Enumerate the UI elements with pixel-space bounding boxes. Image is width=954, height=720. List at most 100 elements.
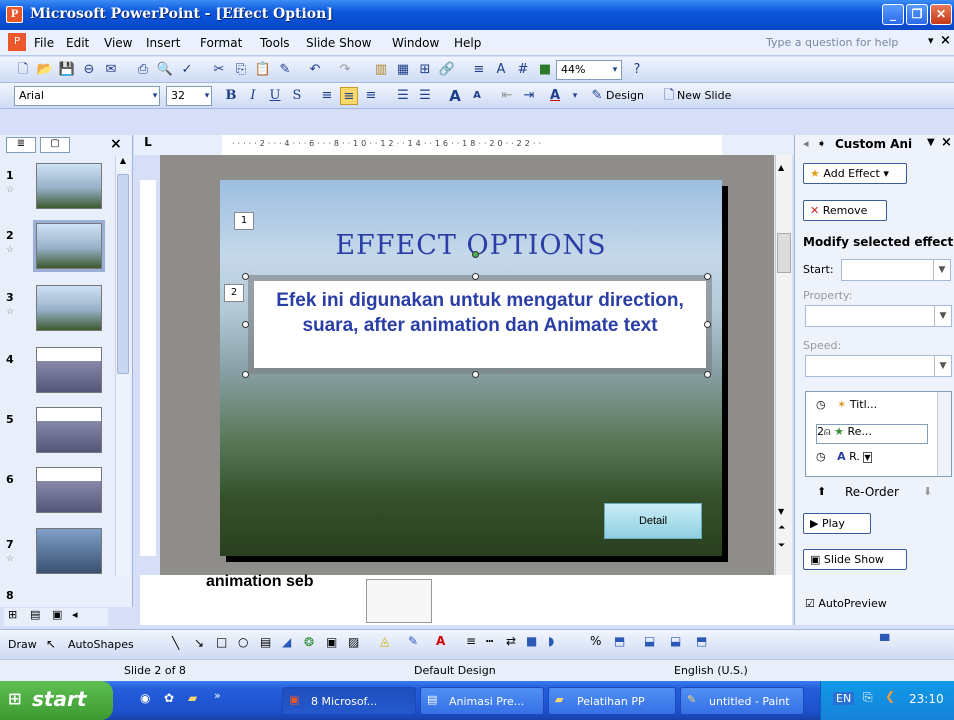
animation-effects-icon[interactable]: % — [590, 634, 601, 648]
tables-borders-icon[interactable]: ⊞ — [416, 61, 434, 79]
task-powerpoint[interactable]: ▣ 8 Microsof... — [282, 687, 416, 715]
menu-help[interactable]: Help — [454, 36, 481, 50]
highlight-icon[interactable]: ▀ — [880, 634, 889, 648]
align-left-icon[interactable]: ≡ — [318, 87, 336, 105]
resize-handle[interactable] — [472, 273, 479, 280]
slide-title[interactable]: EFFECT OPTIONS — [220, 230, 722, 261]
menu-view[interactable]: View — [104, 36, 132, 50]
new-slide-button[interactable]: New Slide — [677, 89, 731, 102]
document-icon[interactable]: P — [8, 33, 26, 51]
design-button[interactable]: Design — [606, 89, 644, 102]
insert-chart-icon[interactable]: ▥ — [372, 61, 390, 79]
email-icon[interactable]: ✉ — [102, 61, 120, 79]
slide-thumb-5[interactable]: 5 — [4, 407, 129, 463]
bold-icon[interactable]: B — [222, 87, 240, 105]
clipart-icon[interactable]: ▣ — [326, 635, 337, 649]
next-slide-icon[interactable]: ⏷ — [778, 541, 785, 551]
resize-handle[interactable] — [704, 273, 711, 280]
help-dropdown-icon[interactable]: ▾ — [928, 34, 934, 47]
expand-all-icon[interactable]: ≡ — [470, 61, 488, 79]
wordart-icon[interactable]: ◢ — [282, 635, 291, 649]
decrease-indent-icon[interactable]: ⇤ — [498, 87, 516, 105]
slide-thumb-2[interactable]: 2 ☆ — [4, 220, 129, 279]
scroll-down-icon[interactable]: ▼ — [778, 507, 784, 516]
underline-icon[interactable]: U — [266, 87, 284, 105]
slides-pane-close[interactable]: × — [110, 136, 122, 152]
font-dropdown-icon[interactable]: ▾ — [146, 87, 164, 105]
slides-tab[interactable]: ▢ — [40, 137, 70, 153]
reorder-up-icon[interactable]: ⬆ — [817, 485, 826, 498]
menu-format[interactable]: Format — [200, 36, 242, 50]
paste-icon[interactable]: 📋 — [254, 61, 272, 79]
font-size-dropdown-icon[interactable]: ▾ — [198, 87, 216, 105]
arrow-icon[interactable]: ↘ — [194, 636, 204, 650]
slide-thumbnail[interactable] — [36, 407, 102, 453]
slide-thumbnail-selected[interactable] — [33, 220, 105, 272]
body-text[interactable]: Efek ini digunakan untuk mengatur direct… — [258, 285, 702, 338]
doc-close-button[interactable]: × — [940, 33, 951, 48]
slide-thumbnail[interactable] — [36, 163, 102, 209]
align-right-icon[interactable]: ≡ — [362, 87, 380, 105]
rotation-handle[interactable] — [472, 251, 479, 258]
slide-thumb-3[interactable]: 3 ☆ — [4, 285, 129, 341]
remove-button[interactable]: ✕ Remove — [803, 200, 887, 221]
grid-icon[interactable]: # — [514, 61, 532, 79]
add-effect-button[interactable]: ★ Add Effect ▾ — [803, 163, 907, 184]
menu-slide-show[interactable]: Slide Show — [306, 36, 371, 50]
effect-list[interactable]: ◷ ✶ Titl... 2⍝ ★ Re... ◷ A R. ▼ — [805, 391, 952, 477]
slide[interactable]: 1 EFFECT OPTIONS 2 Efek ini digunakan un… — [220, 180, 722, 556]
slide-thumbnail[interactable] — [36, 285, 102, 331]
notes-pane[interactable]: animation seb — [140, 573, 792, 625]
delete-slide-icon[interactable]: ⬒ — [696, 634, 707, 648]
effect-item-1[interactable]: ◷ ✶ Titl... — [816, 398, 928, 418]
arrow-style-icon[interactable]: ⇄ — [506, 634, 516, 648]
normal-view-icon[interactable]: ⊞ — [8, 608, 17, 621]
language-indicator[interactable]: EN — [833, 692, 855, 705]
slide-show-button[interactable]: ▣ Slide Show — [803, 549, 907, 570]
fill-color-icon[interactable]: ◬ — [380, 634, 389, 648]
reorder-down-icon[interactable]: ⬇ — [923, 485, 932, 498]
font-name-select[interactable]: Arial — [14, 86, 160, 106]
font-color-icon[interactable]: A — [436, 634, 445, 648]
3d-style-icon[interactable]: ◗ — [548, 634, 554, 648]
insert-table-icon[interactable]: ▦ — [394, 61, 412, 79]
forward-icon[interactable]: ➧ — [817, 137, 826, 150]
format-painter-icon[interactable]: ✎ — [276, 61, 294, 79]
undo-icon[interactable]: ↶ — [306, 61, 324, 79]
network-icon[interactable]: ⎘ — [863, 690, 873, 705]
menu-window[interactable]: Window — [392, 36, 439, 50]
slides-pane-scrollbar[interactable]: ▲ — [115, 156, 130, 576]
chevron-down-icon[interactable]: ▼ — [934, 306, 951, 326]
tray-arrow-icon[interactable]: ❮ — [885, 689, 895, 703]
menu-tools[interactable]: Tools — [260, 36, 290, 50]
slide-transition-icon[interactable]: ⬒ — [614, 634, 625, 648]
line-icon[interactable]: ╲ — [172, 636, 179, 650]
save-icon[interactable]: 💾 — [58, 61, 76, 79]
show-formatting-icon[interactable]: A — [492, 61, 510, 79]
slide-thumb-7[interactable]: 7 ☆ — [4, 528, 129, 584]
shadow-icon[interactable]: S — [288, 87, 306, 105]
resize-handle[interactable] — [704, 371, 711, 378]
resize-handle[interactable] — [704, 321, 711, 328]
resize-handle[interactable] — [472, 371, 479, 378]
select-objects-icon[interactable]: ↖ — [46, 637, 56, 651]
play-button[interactable]: ▶ Play — [803, 513, 871, 534]
increase-font-icon[interactable]: A — [446, 87, 464, 105]
quicklaunch-folder-icon[interactable]: ▰ — [188, 691, 197, 705]
quicklaunch-more-icon[interactable]: » — [214, 689, 221, 702]
textbox-icon[interactable]: ▤ — [260, 635, 271, 649]
slide-scrollbar[interactable]: ▲ ▼ ⏶ ⏷ — [775, 155, 792, 575]
minimize-button[interactable]: _ — [882, 4, 904, 25]
picture-icon[interactable]: ▨ — [348, 635, 359, 649]
back-icon[interactable]: ◂ — [803, 137, 809, 150]
print-preview-icon[interactable]: 🔍 — [156, 61, 174, 79]
body-text-box[interactable]: Efek ini digunakan untuk mengatur direct… — [248, 275, 712, 374]
diagram-icon[interactable]: ❂ — [304, 635, 314, 649]
detail-action-button[interactable]: Detail — [604, 503, 702, 539]
zoom-dropdown-icon[interactable]: ▾ — [606, 61, 624, 79]
font-color-dropdown-icon[interactable]: ▾ — [566, 87, 584, 105]
align-center-icon[interactable]: ≡ — [340, 87, 358, 105]
copy-icon[interactable]: ⎘ — [232, 61, 250, 79]
task-pane-close-icon[interactable]: × — [941, 135, 952, 150]
powerpoint-app-icon[interactable]: P — [6, 6, 23, 23]
